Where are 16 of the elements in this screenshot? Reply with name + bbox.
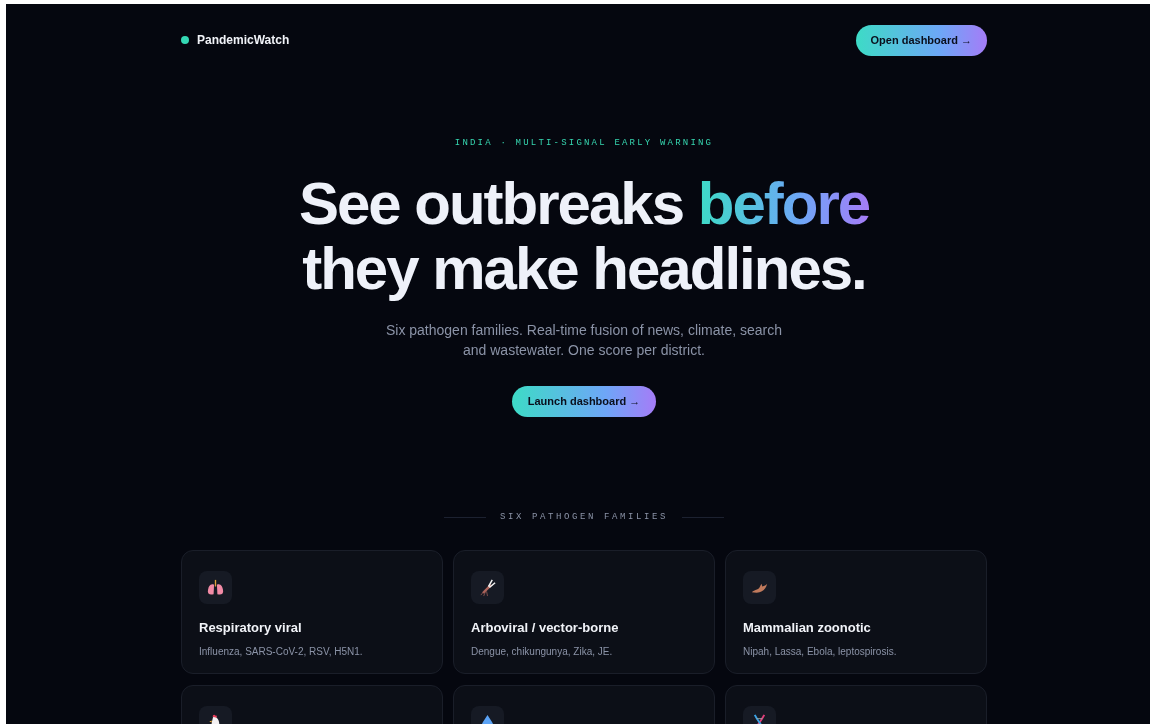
brand-name: PandemicWatch [197,32,290,49]
card-title: Mammalian zoonotic [743,619,872,637]
headline: See outbreaks before they make headlines. [297,170,871,301]
launch-dashboard-button[interactable]: Launch dashboard → [511,385,657,417]
mosquito-icon [478,578,497,597]
section-label: SIX PATHOGEN FAMILIES [500,510,668,524]
card-title: Respiratory viral [199,619,303,637]
card-description: Dengue, chikungunya, Zika, JE. [471,644,614,659]
eyebrow-text: INDIA · MULTI-SIGNAL EARLY WARNING [453,137,715,150]
card-description: Nipah, Lassa, Ebola, leptospirosis. [743,644,898,659]
lungs-icon [206,578,225,597]
card-description: Influenza, SARS-CoV-2, RSV, H5N1. [199,644,364,659]
status-dot [181,36,189,44]
open-dashboard-button[interactable]: Open dashboard → [855,24,987,56]
subtitle: Six pathogen families. Real-time fusion of news, climate, search and wastewater. One score per district. [384,320,784,360]
card-title: Arboviral / vector-borne [471,619,620,637]
